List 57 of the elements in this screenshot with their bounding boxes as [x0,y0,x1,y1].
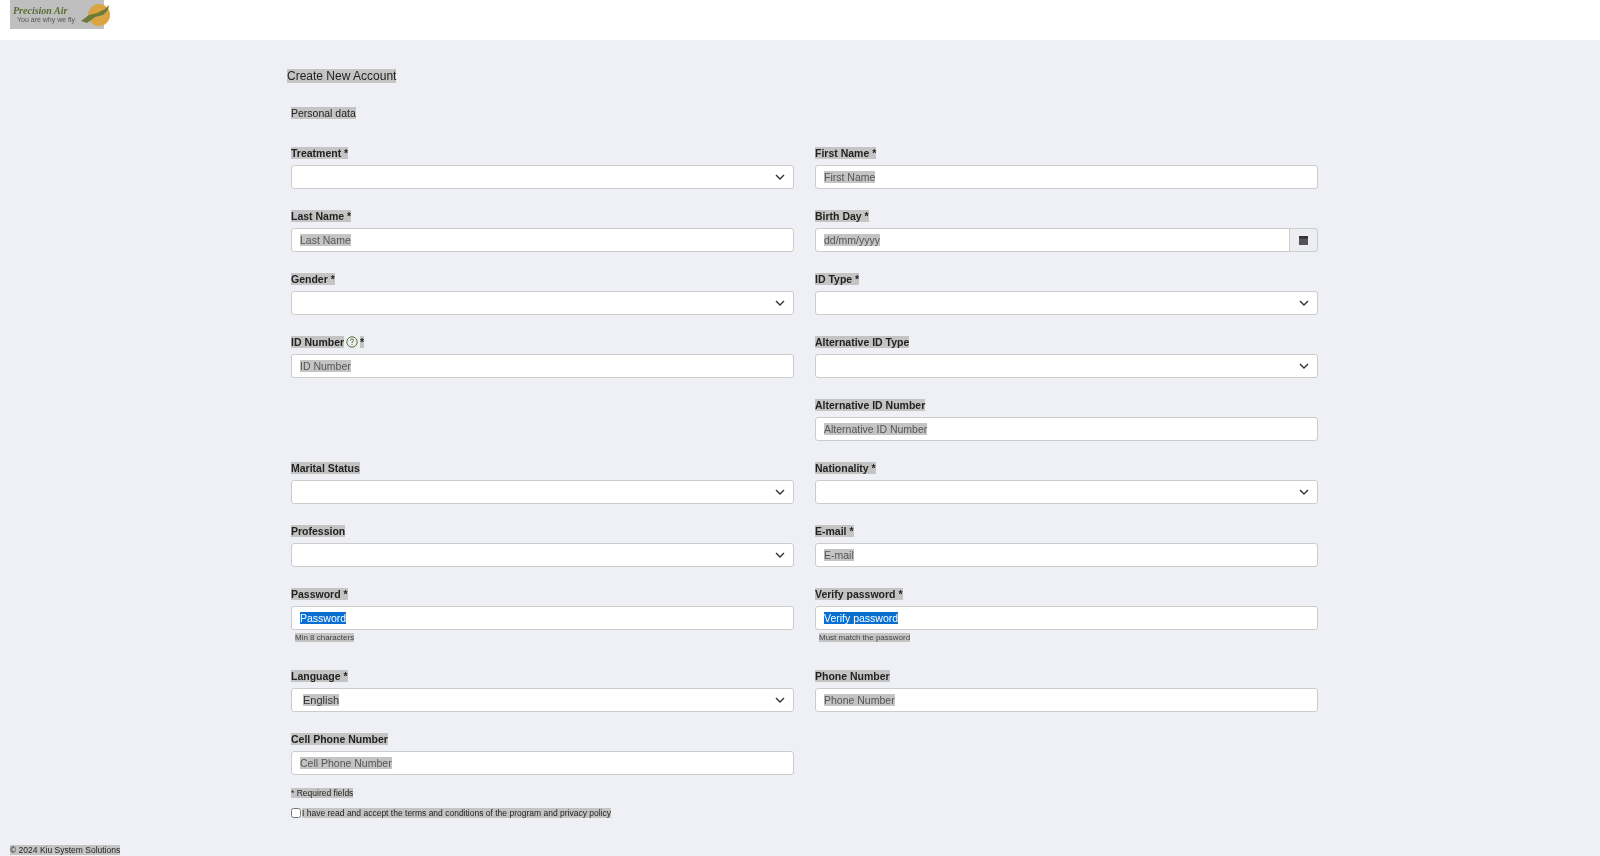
field-label: Marital Status [291,462,360,474]
field-label: ID Number [291,336,345,348]
logo-name: Precision Air [13,6,69,16]
input-field[interactable]: Verify password [815,606,1318,630]
chevron-down-icon [775,300,785,306]
field-label: First Name * [815,147,877,159]
input-field[interactable]: First Name [815,165,1318,189]
field-label: Nationality * [815,462,876,474]
select-field[interactable] [291,291,794,315]
select-field[interactable] [815,480,1318,504]
chevron-down-icon [1299,489,1309,495]
field-label: Verify password * [815,588,903,600]
field-label: Last Name * [291,210,352,222]
select-field[interactable] [291,165,794,189]
date-field[interactable]: dd/mm/yyyy [815,228,1290,252]
select-field[interactable] [815,291,1318,315]
field-label: Gender * [291,273,335,285]
input-field[interactable]: Last Name [291,228,794,252]
required-mark: * [360,336,365,348]
calendar-button[interactable] [1290,228,1318,252]
field-label: Treatment * [291,147,349,159]
select-field[interactable]: English [291,688,794,712]
chevron-down-icon [1299,300,1309,306]
terms-checkbox[interactable] [291,808,301,818]
required-note: * Required fields [291,788,354,798]
field-label: Language * [291,670,348,682]
field-label: Password * [291,588,348,600]
input-field[interactable]: Password [291,606,794,630]
field-label: Cell Phone Number [291,733,388,745]
select-field[interactable] [291,543,794,567]
select-field[interactable] [815,354,1318,378]
select-field[interactable] [291,480,794,504]
chevron-down-icon [775,174,785,180]
footer-text: © 2024 Kiu System Solutions [10,845,121,855]
field-label: ID Type * [815,273,860,285]
field-label: Phone Number [815,670,890,682]
help-icon[interactable] [346,336,359,348]
input-field[interactable]: Cell Phone Number [291,751,794,775]
field-label: Alternative ID Type [815,336,910,348]
calendar-icon [1299,235,1308,245]
chevron-down-icon [775,552,785,558]
page-title: Create New Account [287,69,397,83]
section-title: Personal data [291,107,356,119]
chevron-down-icon [775,489,785,495]
chevron-down-icon [1299,363,1309,369]
input-field[interactable]: Phone Number [815,688,1318,712]
input-field[interactable]: ID Number [291,354,794,378]
field-label: Birth Day * [815,210,869,222]
input-field[interactable]: Alternative ID Number [815,417,1318,441]
field-label: Profession [291,525,346,537]
input-field[interactable]: E-mail [815,543,1318,567]
hint-text: Must match the password [819,633,911,642]
hint-text: Min 8 characters [295,633,355,642]
field-label: E-mail * [815,525,854,537]
terms-label: I have read and accept the terms and conditions of the program and privacy policy [302,808,611,818]
field-label: Alternative ID Number [815,399,926,411]
chevron-down-icon [775,697,785,703]
